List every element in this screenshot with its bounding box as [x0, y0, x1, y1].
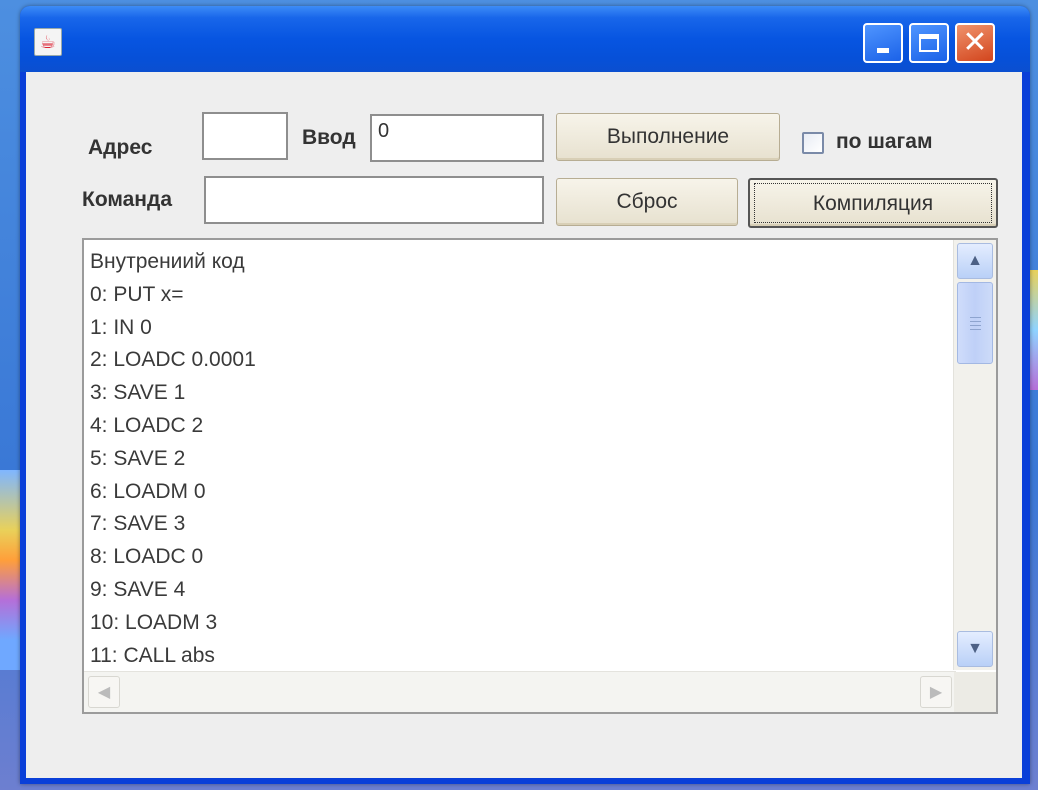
reset-button-label: Сброс: [616, 190, 678, 213]
code-line: 7: SAVE 3: [90, 512, 186, 536]
app-window: ☕ ✕ Адрес Ввод 0 Выполнение по шагам Ком…: [20, 6, 1030, 784]
code-line: 4: LOADC 2: [90, 413, 204, 437]
grip-line: [970, 317, 981, 318]
address-field[interactable]: [202, 112, 288, 160]
compile-button-label: Компиляция: [812, 192, 934, 215]
input-label: Ввод: [302, 126, 356, 149]
code-line: 9: SAVE 4: [90, 577, 186, 601]
horizontal-scrollbar[interactable]: ◀ ▶: [84, 671, 956, 712]
grip-line: [970, 325, 981, 326]
chevron-left-icon: ◀: [97, 684, 111, 701]
scroll-right-button[interactable]: ▶: [920, 676, 952, 708]
java-cup-icon[interactable]: ☕: [34, 28, 62, 56]
code-line: 6: LOADM 0: [90, 479, 206, 503]
code-line: 3: SAVE 1: [90, 381, 186, 405]
window-content: Адрес Ввод 0 Выполнение по шагам Команда…: [26, 72, 1022, 778]
command-label: Команда: [82, 188, 172, 211]
code-line: 11: CALL abs: [90, 643, 215, 667]
code-line: 8: LOADC 0: [90, 545, 204, 569]
scroll-left-button[interactable]: ◀: [88, 676, 120, 708]
execute-button-label: Выполнение: [606, 125, 730, 148]
grip-line: [970, 321, 981, 322]
maximize-button[interactable]: [909, 23, 949, 63]
grip-line: [970, 329, 981, 330]
desktop-background-strip: [0, 470, 20, 670]
chevron-down-icon: ▼: [967, 640, 983, 657]
code-line: 5: SAVE 2: [90, 446, 186, 470]
chevron-up-icon: ▲: [967, 252, 983, 269]
compile-button[interactable]: Компиляция: [748, 178, 998, 228]
chevron-right-icon: ▶: [929, 684, 943, 701]
input-field[interactable]: 0: [370, 114, 544, 162]
code-line: Внутрениий код: [90, 250, 245, 273]
close-icon: ✕: [962, 25, 988, 60]
maximize-icon: [919, 34, 939, 52]
vertical-scrollbar[interactable]: ▲ ▼: [953, 240, 996, 670]
command-field[interactable]: [204, 176, 544, 224]
address-label: Адрес: [88, 136, 153, 159]
code-lines: Внутрениий код 0: PUT x= 1: IN 0 2: LOADC 0…: [90, 246, 954, 674]
scroll-corner: [954, 672, 996, 712]
scroll-up-button[interactable]: ▲: [957, 243, 993, 279]
title-bar[interactable]: ☕ ✕: [20, 6, 1030, 72]
code-line: 2: LOADC 0.0001: [90, 348, 256, 372]
code-line: 1: IN 0: [90, 315, 152, 339]
execute-button[interactable]: Выполнение: [556, 113, 780, 161]
scrollbar-thumb[interactable]: [957, 282, 993, 364]
minimize-button[interactable]: [863, 23, 903, 63]
close-button[interactable]: ✕: [955, 23, 995, 63]
code-line: 10: LOADM 3: [90, 610, 218, 634]
minimize-icon: [877, 47, 889, 53]
code-line: 0: PUT x=: [90, 282, 184, 306]
scroll-down-button[interactable]: ▼: [957, 631, 993, 667]
reset-button[interactable]: Сброс: [556, 178, 738, 226]
step-checkbox[interactable]: [802, 132, 824, 154]
code-text-area[interactable]: Внутрениий код 0: PUT x= 1: IN 0 2: LOADC 0…: [82, 238, 998, 714]
step-checkbox-label: по шагам: [836, 130, 933, 153]
